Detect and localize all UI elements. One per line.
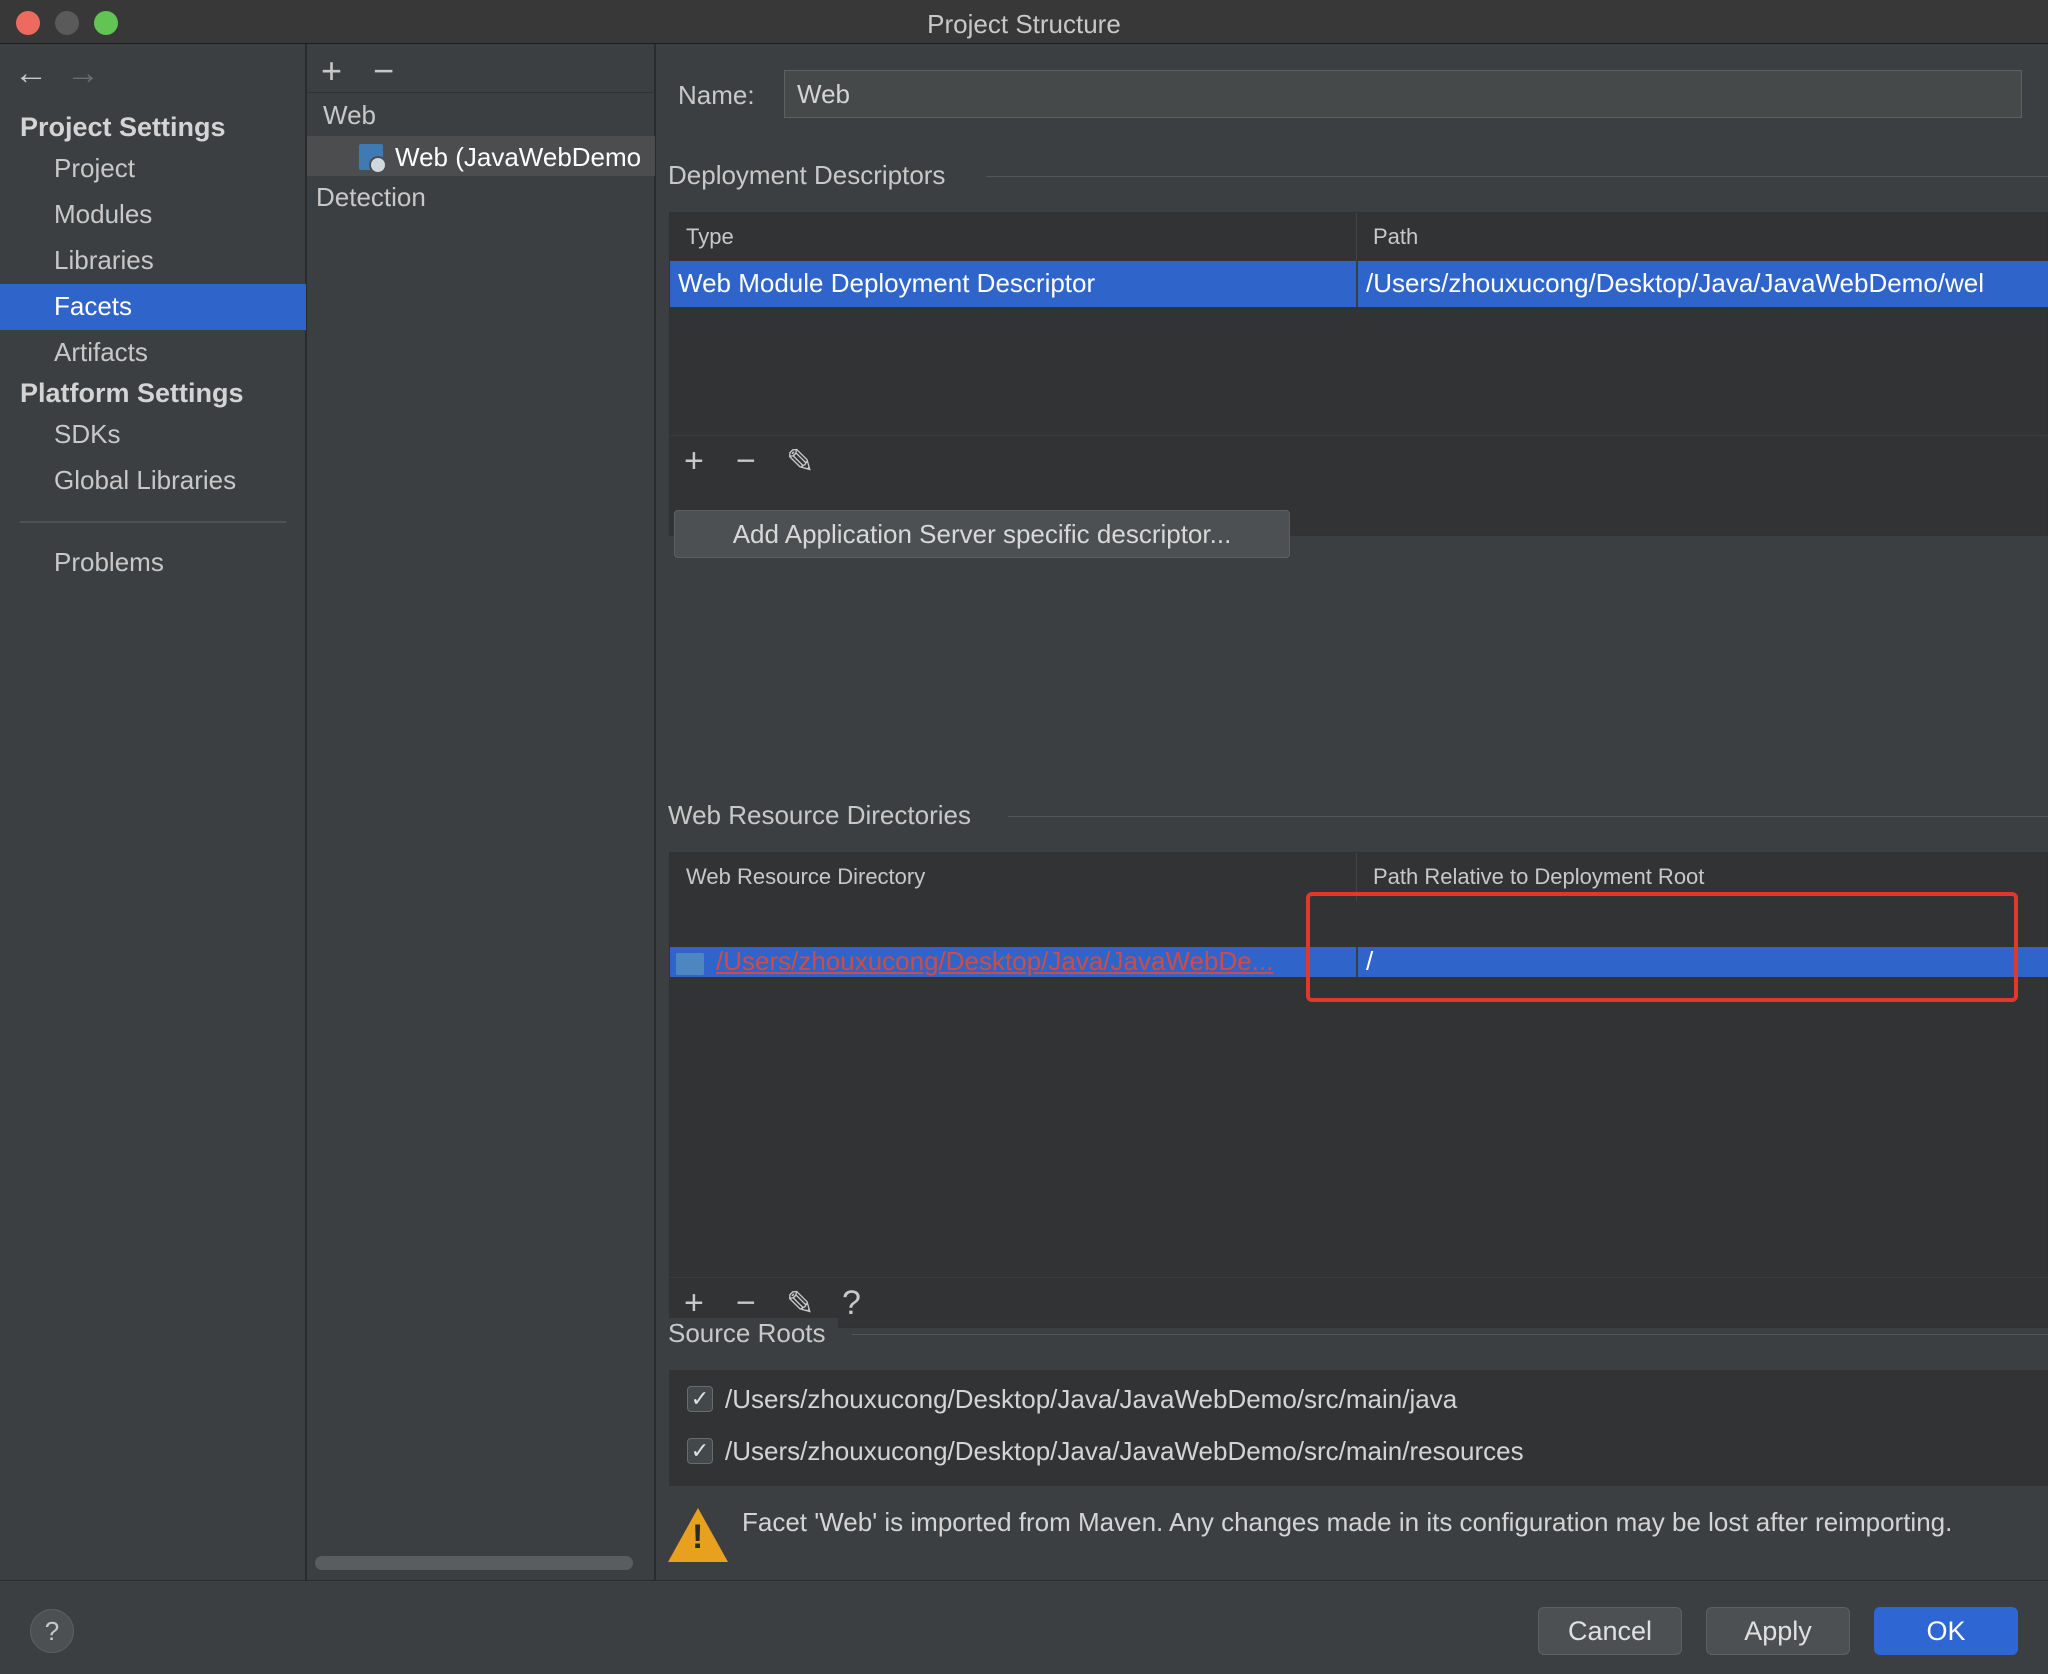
edit-icon[interactable]: ✎ — [786, 442, 815, 482]
unresolved-directory-path: /Users/zhouxucong/Desktop/Java/JavaWebDe… — [716, 947, 1274, 976]
apply-button[interactable]: Apply — [1706, 1607, 1850, 1655]
dialog-button-bar: ? Cancel Apply OK — [0, 1580, 2048, 1674]
sidebar-item-global-libraries[interactable]: Global Libraries — [0, 458, 306, 504]
tree-node-web-javawebdemo[interactable]: Web (JavaWebDemo — [307, 136, 655, 176]
column-header-web-resource-directory[interactable]: Web Resource Directory — [670, 853, 1357, 901]
descriptor-path-cell: /Users/zhouxucong/Desktop/Java/JavaWebDe… — [1366, 268, 1985, 298]
project-settings-heading: Project Settings — [20, 112, 226, 142]
source-roots-title: Source Roots — [668, 1318, 838, 1349]
help-button[interactable]: ? — [30, 1609, 74, 1653]
settings-sidebar: ← → Project Settings Project Modules Lib… — [0, 44, 306, 1580]
descriptor-type-cell: Web Module Deployment Descriptor — [678, 268, 1096, 298]
help-icon[interactable]: ? — [842, 1284, 861, 1323]
web-facet-icon — [359, 144, 387, 174]
table-row[interactable]: Web Module Deployment Descriptor /Users/… — [670, 261, 2048, 307]
deployment-descriptors-table: Type Path Web Module Deployment Descript… — [669, 212, 2048, 536]
add-icon[interactable]: + — [684, 442, 704, 481]
source-root-path: /Users/zhouxucong/Desktop/Java/JavaWebDe… — [725, 1436, 1524, 1466]
platform-settings-heading: Platform Settings — [20, 378, 244, 408]
tree-node-web[interactable]: Web — [323, 100, 376, 131]
sidebar-item-artifacts[interactable]: Artifacts — [0, 330, 306, 376]
tree-node-detection[interactable]: Detection — [316, 182, 426, 213]
sidebar-divider — [20, 521, 286, 523]
sidebar-item-sdks[interactable]: SDKs — [0, 412, 306, 458]
facets-tree-panel: + − Web Web (JavaWebDemo Detection — [307, 44, 655, 1580]
sidebar-item-problems[interactable]: Problems — [0, 540, 306, 586]
maven-import-warning: Facet 'Web' is imported from Maven. Any … — [742, 1507, 1953, 1537]
section-divider — [1008, 816, 2048, 817]
deployment-descriptors-title: Deployment Descriptors — [668, 160, 958, 191]
folder-icon — [676, 953, 704, 975]
column-header-path[interactable]: Path — [1357, 213, 2048, 261]
section-divider — [852, 1334, 2048, 1335]
tree-toolbar-divider — [307, 92, 655, 93]
sidebar-item-project[interactable]: Project — [0, 146, 306, 192]
horizontal-scrollbar[interactable] — [315, 1556, 633, 1570]
forward-arrow-icon[interactable]: → — [66, 54, 100, 93]
name-field[interactable]: Web — [784, 70, 2022, 118]
add-server-descriptor-button[interactable]: Add Application Server specific descript… — [674, 510, 1290, 558]
back-arrow-icon[interactable]: ← — [14, 54, 48, 93]
web-resources-toolbar: + − ✎ ? — [670, 1277, 2048, 1327]
facet-settings-panel: Name: Web Deployment Descriptors Type Pa… — [656, 44, 2048, 1580]
web-resource-directory-cell: /Users/zhouxucong/Desktop/Java/JavaWebDe… — [708, 947, 1356, 977]
source-roots-list: ✓ /Users/zhouxucong/Desktop/Java/JavaWeb… — [669, 1370, 2048, 1486]
remove-facet-icon[interactable]: − — [373, 50, 394, 92]
sidebar-item-facets[interactable]: Facets — [0, 284, 306, 330]
window-title: Project Structure — [927, 9, 1121, 39]
window-titlebar: Project Structure — [0, 0, 2048, 44]
column-header-type[interactable]: Type — [670, 213, 1357, 261]
section-divider — [986, 176, 2048, 177]
deployment-toolbar: + − ✎ — [670, 435, 2048, 485]
add-facet-icon[interactable]: + — [321, 50, 342, 92]
ok-button[interactable]: OK — [1874, 1607, 2018, 1655]
sidebar-item-modules[interactable]: Modules — [0, 192, 306, 238]
source-root-checkbox[interactable]: ✓ — [687, 1386, 713, 1412]
highlight-annotation-box — [1306, 892, 2018, 1002]
name-label: Name: — [678, 80, 755, 110]
cancel-button[interactable]: Cancel — [1538, 1607, 1682, 1655]
warning-icon-mark: ! — [692, 1518, 704, 1556]
source-root-checkbox[interactable]: ✓ — [687, 1438, 713, 1464]
source-root-path: /Users/zhouxucong/Desktop/Java/JavaWebDe… — [725, 1384, 1458, 1414]
sidebar-item-libraries[interactable]: Libraries — [0, 238, 306, 284]
web-resource-directories-title: Web Resource Directories — [668, 800, 983, 831]
tree-node-label: Web (JavaWebDemo — [395, 142, 642, 172]
remove-icon[interactable]: − — [736, 442, 756, 481]
